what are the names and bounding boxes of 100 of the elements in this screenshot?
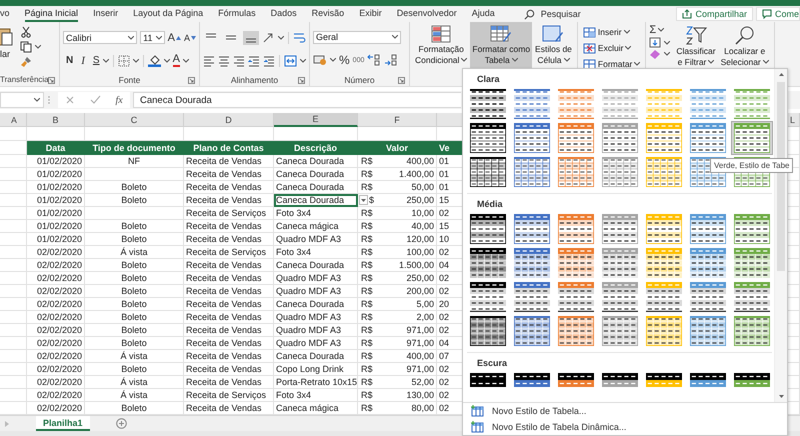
font-size-field[interactable]: 11	[140, 31, 165, 44]
table-cell: Quadro MDF A3	[274, 272, 358, 285]
table-cell: Receita de Vendas	[184, 272, 274, 285]
amount-value: 10,00	[411, 208, 434, 218]
currency-symbol: R$	[361, 273, 373, 283]
ribbon-tab[interactable]: Revisão	[312, 6, 344, 22]
table-header-cell: Valor	[358, 141, 437, 155]
format-as-table-button[interactable]: Formatar como Tabela	[470, 22, 532, 68]
amount-value: 1.500,00	[398, 260, 434, 270]
table-cell: 02/02/2020	[27, 259, 85, 272]
amount-value: 100,00	[406, 247, 434, 257]
font-color-button[interactable]: A	[172, 54, 180, 67]
ribbon-tab[interactable]: Exibir	[359, 6, 382, 22]
insert-function-button[interactable]: fx	[115, 94, 123, 106]
column-header[interactable]: F	[358, 113, 437, 127]
sort-filter-button[interactable]: Classificar e Filtrar	[674, 22, 718, 68]
column-header[interactable]: C	[85, 113, 184, 127]
cell-styles-button[interactable]: Estilos de Célula	[533, 22, 574, 68]
amount-value: 50,00	[411, 182, 434, 192]
table-cell: Foto 3x4	[274, 389, 358, 402]
table-cell: Receita de Vendas	[184, 233, 274, 246]
table-cell: Quadro MDF A3	[274, 311, 358, 324]
insert-cells-button[interactable]: Inserir	[582, 26, 640, 38]
table-cell: Receita de Vendas	[184, 220, 274, 233]
table-cell: 02/02/2020	[27, 389, 85, 402]
table-cell: 02/02/2020	[27, 376, 85, 389]
table-cell: Receita de Vendas	[184, 298, 274, 311]
table-cell: Á vista	[85, 350, 184, 363]
table-cell: Receita de Vendas	[184, 337, 274, 350]
table-cell: Quadro MDF A3	[274, 285, 358, 298]
table-cell: Boleto	[85, 311, 184, 324]
shrink-font-button[interactable]: A	[184, 32, 196, 42]
ribbon-tab[interactable]: Ajuda	[472, 6, 495, 22]
table-cell: Foto 3x4	[274, 207, 358, 220]
underline-button[interactable]: S	[92, 55, 100, 66]
table-cell: Caneca Dourada	[274, 181, 358, 194]
search-field[interactable]: Pesquisar	[524, 8, 596, 20]
comments-button[interactable]: Come	[756, 7, 800, 21]
delete-cells-button[interactable]: Excluir	[582, 42, 640, 54]
table-cell: Boleto	[85, 233, 184, 246]
italic-button[interactable]: I	[81, 54, 85, 66]
ribbon-tab[interactable]: Desenvolvedor	[396, 6, 457, 22]
ribbon-tab[interactable]: vo	[0, 6, 10, 22]
table-cell: 01/02/2020	[27, 168, 85, 181]
amount-value: 971,00	[406, 364, 434, 374]
group-label: Número	[344, 75, 375, 85]
currency-symbol: R$	[361, 351, 373, 361]
currency-symbol: R$	[361, 208, 373, 218]
ribbon-tab[interactable]: Inserir	[93, 6, 118, 22]
amount-value: 400,00	[406, 156, 434, 166]
table-cell: 02/02/2020	[27, 363, 85, 376]
ribbon-tab[interactable]: Fórmulas	[218, 6, 256, 22]
paste-label[interactable]: lar	[0, 49, 10, 59]
menu-item[interactable]: Novo Estilo de Tabela Dinâmica...	[463, 419, 787, 435]
bold-button[interactable]: N	[66, 55, 74, 66]
amount-value: 1.400,00	[398, 169, 434, 179]
table-cell: Receita de Vendas	[184, 324, 274, 337]
amount-value: 971,00	[406, 338, 434, 348]
number-format-field[interactable]: Geral	[313, 30, 401, 44]
table-cell: Caneca Dourada	[274, 155, 358, 168]
table-cell: Caneca Dourada	[274, 298, 358, 311]
table-cell: 01/02/2020	[27, 207, 85, 220]
currency-symbol: R$	[361, 156, 373, 166]
section-heading: Clara	[476, 73, 501, 86]
table-cell: Boleto	[85, 285, 184, 298]
currency-symbol: R$	[361, 247, 373, 257]
table-cell: Receita de Vendas	[184, 363, 274, 376]
ribbon-tab[interactable]: Layout da Página	[133, 6, 204, 22]
share-button[interactable]: Compartilhar	[676, 7, 753, 21]
table-cell: Boleto	[85, 298, 184, 311]
amount-value: 52,00	[411, 377, 434, 387]
group-label: Fonte	[118, 75, 140, 85]
table-cell: Quadro MDF A3	[274, 233, 358, 246]
ribbon-tab[interactable]: Dados	[270, 6, 297, 22]
table-cell: Copo Long Drink	[274, 363, 358, 376]
formula-field[interactable]: Caneca Dourada	[133, 92, 461, 108]
table-cell: Receita de Vendas	[184, 155, 274, 168]
column-header[interactable]: A	[0, 113, 27, 127]
table-cell: Boleto	[85, 181, 184, 194]
table-cell: Caneca Dourada	[274, 350, 358, 363]
percent-button[interactable]: %	[339, 53, 350, 68]
font-name-field[interactable]: Calibri	[63, 31, 138, 44]
section-heading: Escura	[476, 357, 508, 370]
table-cell: Quadro MDF A3	[274, 337, 358, 350]
conditional-format-button[interactable]: Formatação Condicional	[413, 22, 470, 68]
table-cell: 01/02/2020	[27, 220, 85, 233]
table-cell: Boleto	[85, 272, 184, 285]
sheet-tab[interactable]: Planilha1	[36, 416, 90, 431]
currency-symbol: R$	[361, 390, 373, 400]
column-header[interactable]: B	[27, 113, 85, 127]
autosum-button[interactable]: Σ	[649, 24, 670, 36]
grow-font-button[interactable]: A	[168, 32, 181, 44]
amount-value: 5,00	[416, 299, 434, 309]
table-cell: Receita de Vendas	[184, 311, 274, 324]
table-cell: Boleto	[85, 363, 184, 376]
column-header[interactable]: E	[274, 113, 358, 127]
currency-symbol: R$	[361, 377, 373, 387]
table-cell: Caneca mágica	[274, 220, 358, 233]
table-cell: 02/02/2020	[27, 285, 85, 298]
find-select-button[interactable]: Localizar e Selecionar	[718, 22, 771, 68]
